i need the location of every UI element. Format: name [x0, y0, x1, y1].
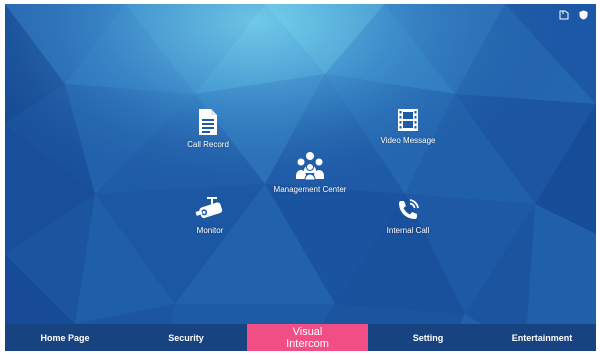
call-record-label: Call Record: [187, 140, 229, 149]
sd-card-icon: [559, 10, 570, 20]
film-icon: [397, 108, 419, 132]
tab-home-page[interactable]: Home Page: [5, 324, 125, 351]
tab-entertainment[interactable]: Entertainment: [488, 324, 596, 351]
internal-call-label: Internal Call: [386, 226, 430, 235]
status-bar: [559, 10, 588, 20]
video-message-button[interactable]: Video Message: [375, 108, 441, 145]
people-icon: [295, 151, 325, 181]
tab-visual-intercom[interactable]: Visual Intercom: [247, 324, 368, 351]
document-icon: [198, 108, 218, 136]
camera-icon: [195, 196, 225, 222]
bottom-navbar: Home Page Security Visual Intercom Setti…: [5, 324, 596, 351]
tab-security[interactable]: Security: [125, 324, 247, 351]
monitor-button[interactable]: Monitor: [188, 196, 232, 235]
monitor-label: Monitor: [196, 226, 224, 235]
shield-icon: [579, 10, 588, 20]
tab-visual-intercom-label: Visual Intercom: [286, 326, 329, 350]
tab-setting[interactable]: Setting: [368, 324, 488, 351]
call-record-button[interactable]: Call Record: [183, 108, 233, 149]
internal-call-button[interactable]: Internal Call: [382, 198, 434, 235]
management-center-button[interactable]: Management Center: [267, 151, 353, 194]
phone-icon: [396, 198, 420, 222]
home-screen: Call Record Video Message Management Cen…: [5, 4, 596, 351]
management-center-label: Management Center: [273, 185, 347, 194]
video-message-label: Video Message: [380, 136, 436, 145]
